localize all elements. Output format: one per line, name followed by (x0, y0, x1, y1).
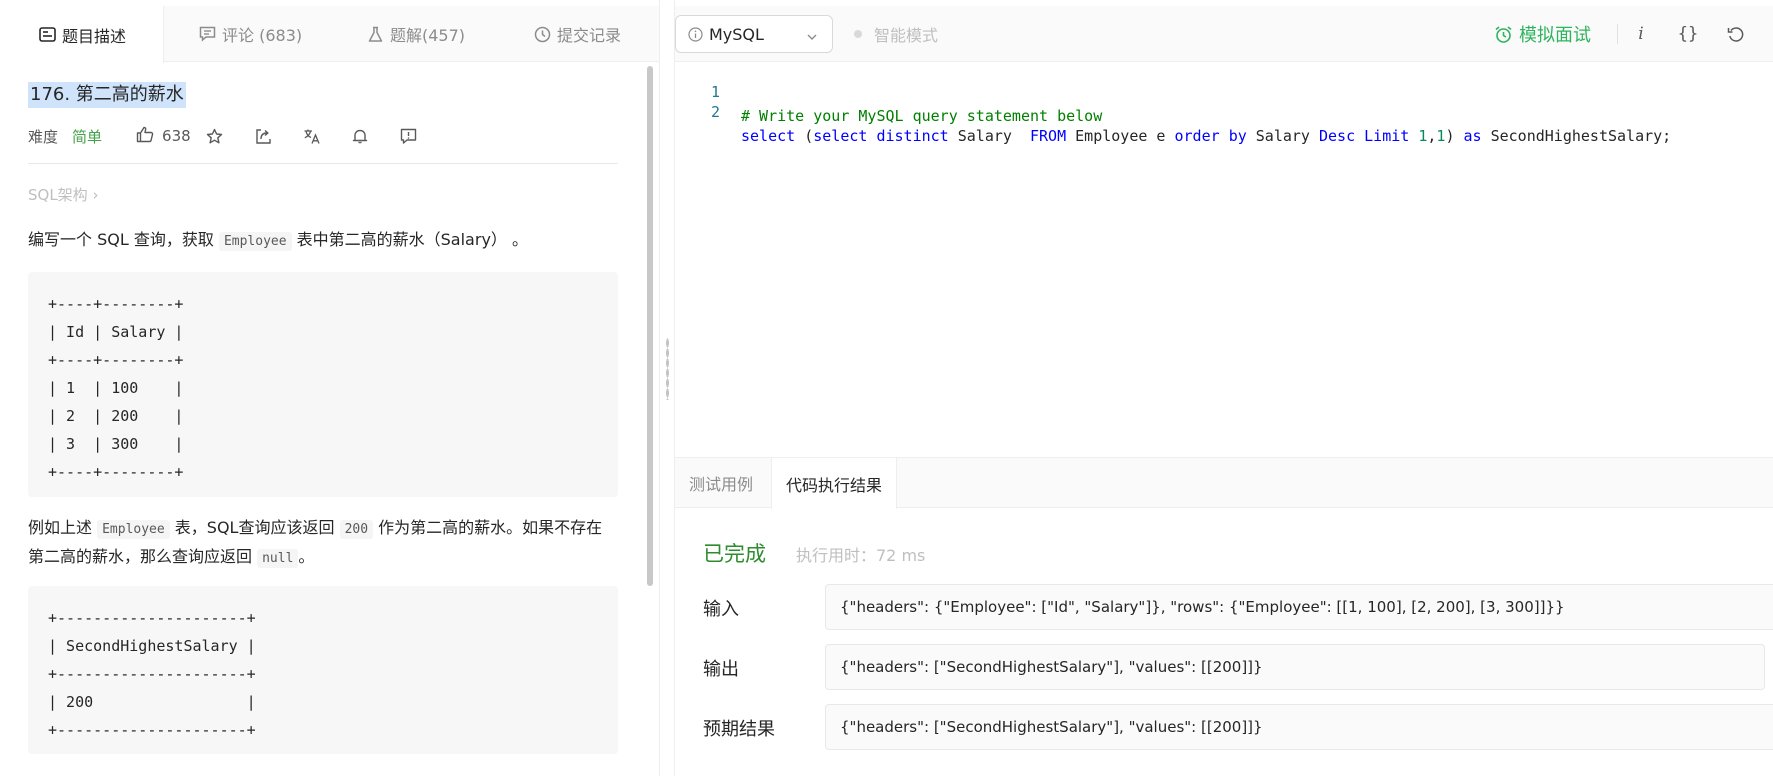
token: Salary (948, 127, 1030, 145)
tab-comments[interactable]: 评论 (683) (198, 6, 302, 62)
tab-test-cases[interactable]: 测试用例 (675, 458, 767, 508)
translate-icon[interactable] (302, 126, 322, 146)
token: ) (1445, 127, 1464, 145)
drag-handle-icon (666, 338, 669, 400)
problem-panel: 题目描述 评论 (683) 题解(457) 提交记录 176. 第二高的薪水 难… (0, 0, 659, 776)
smart-mode-label: 智能模式 (874, 26, 939, 45)
runtime-text: 执行用时：72 ms (796, 546, 926, 565)
token: Salary (1246, 127, 1319, 145)
tab-submissions[interactable]: 提交记录 (533, 6, 621, 62)
tab-comments-label: 评论 (683) (222, 26, 303, 45)
code-editor[interactable]: 1 # Write your MySQL query statement bel… (675, 62, 1773, 457)
problem-title: 176. 第二高的薪水 (28, 82, 186, 108)
keyword: as (1463, 127, 1482, 145)
token: Employee e (1066, 127, 1175, 145)
mock-interview-label: 模拟面试 (1519, 25, 1591, 46)
inline-code: Employee (97, 520, 170, 539)
code-text: select (select distinct Salary FROM Empl… (741, 124, 1671, 148)
keyword: order (1174, 127, 1220, 145)
problem-content: 176. 第二高的薪水 难度 简单 638 SQL架构 › 编写一个 SQL 查… (28, 62, 618, 776)
statement-text: 编写一个 SQL 查询，获取 (28, 230, 219, 249)
keyword: by (1228, 127, 1247, 145)
example-text: 表，SQL查询应该返回 (169, 518, 340, 537)
sql-schema-link[interactable]: SQL架构 › (28, 184, 98, 205)
chevron-down-icon (806, 28, 818, 47)
inline-code: 200 (339, 520, 374, 539)
smart-mode-toggle[interactable]: 智能模式 (854, 15, 938, 53)
toggle-dot-icon (854, 30, 862, 38)
mock-interview-button[interactable]: 模拟面试 (1494, 15, 1591, 53)
keyword: select (741, 127, 796, 145)
comment-icon (198, 25, 216, 43)
token: SecondHighestSalary; (1481, 127, 1672, 145)
example-text: 。 (298, 547, 315, 566)
problem-example-text: 例如上述 Employee 表，SQL查询应该返回 200 作为第二高的薪水。如… (28, 514, 618, 572)
like-button[interactable]: 638 (136, 126, 191, 147)
info-icon[interactable]: i (1626, 19, 1656, 49)
toolbar-divider (1617, 24, 1618, 44)
share-icon[interactable] (253, 126, 273, 146)
thumbs-up-icon (136, 126, 154, 147)
reset-icon[interactable] (1721, 19, 1751, 49)
code-line[interactable]: 2 select (select distinct Salary FROM Em… (675, 76, 1773, 145)
left-scrollbar[interactable] (647, 66, 653, 586)
problem-meta: 难度 简单 638 (28, 122, 618, 150)
keyword: FROM (1030, 127, 1067, 145)
feedback-icon[interactable] (398, 126, 418, 146)
clock-icon (533, 25, 551, 43)
difficulty-badge: 简单 (72, 127, 103, 146)
tab-solutions-label: 题解(457) (390, 26, 466, 45)
meta-divider (28, 163, 618, 164)
tab-description-label: 题目描述 (62, 26, 127, 46)
language-select-value: MySQL (709, 24, 764, 44)
tab-execution-result[interactable]: 代码执行结果 (771, 458, 898, 509)
line-number: 2 (710, 103, 720, 121)
format-code-icon[interactable]: {} (1673, 19, 1703, 49)
keyword: Desc (1319, 127, 1356, 145)
like-count: 638 (162, 127, 191, 145)
keyword: select (813, 127, 868, 145)
flask-icon (366, 25, 384, 43)
input-value: {"headers": {"Employee": ["Id", "Salary"… (825, 584, 1773, 630)
panel-resize-handle[interactable] (659, 0, 675, 776)
editor-toolbar (675, 6, 1773, 62)
example-text: 例如上述 (28, 518, 98, 537)
difficulty-label: 难度 (28, 127, 59, 146)
output-value: {"headers": ["SecondHighestSalary"], "va… (825, 644, 1765, 690)
result-panel: 测试用例 代码执行结果 已完成 执行用时：72 ms 输入 {"headers"… (675, 457, 1773, 776)
result-tabs: 测试用例 代码执行结果 (675, 458, 1773, 509)
star-icon[interactable] (204, 126, 224, 146)
keyword: distinct (876, 127, 949, 145)
keyword: Limit (1364, 127, 1410, 145)
tab-submissions-label: 提交记录 (557, 26, 622, 45)
token: ( (795, 127, 814, 145)
problem-tabs: 题目描述 评论 (683) 题解(457) 提交记录 (0, 6, 659, 63)
output-label: 输出 (703, 659, 739, 680)
language-select[interactable]: MySQL (675, 15, 833, 53)
input-label: 输入 (703, 599, 739, 620)
expected-label: 预期结果 (703, 719, 775, 740)
info-circle-icon (688, 26, 703, 42)
status-text: 已完成 (703, 542, 766, 566)
document-icon (38, 26, 56, 44)
bell-icon[interactable] (350, 126, 370, 146)
tab-description[interactable]: 题目描述 (0, 6, 164, 63)
inline-code: Employee (218, 232, 292, 251)
statement-text: 表中第二高的薪水（Salary） 。 (291, 230, 528, 249)
expected-value: {"headers": ["SecondHighestSalary"], "va… (825, 704, 1773, 750)
employee-table-example: +----+--------+ | Id | Salary | +----+--… (28, 272, 618, 497)
inline-code: null (257, 549, 299, 568)
result-table-example: +---------------------+ | SecondHighestS… (28, 586, 618, 754)
tab-solutions[interactable]: 题解(457) (366, 6, 465, 62)
alarm-clock-icon (1494, 25, 1513, 44)
problem-statement: 编写一个 SQL 查询，获取 Employee 表中第二高的薪水（Salary）… (28, 226, 618, 255)
